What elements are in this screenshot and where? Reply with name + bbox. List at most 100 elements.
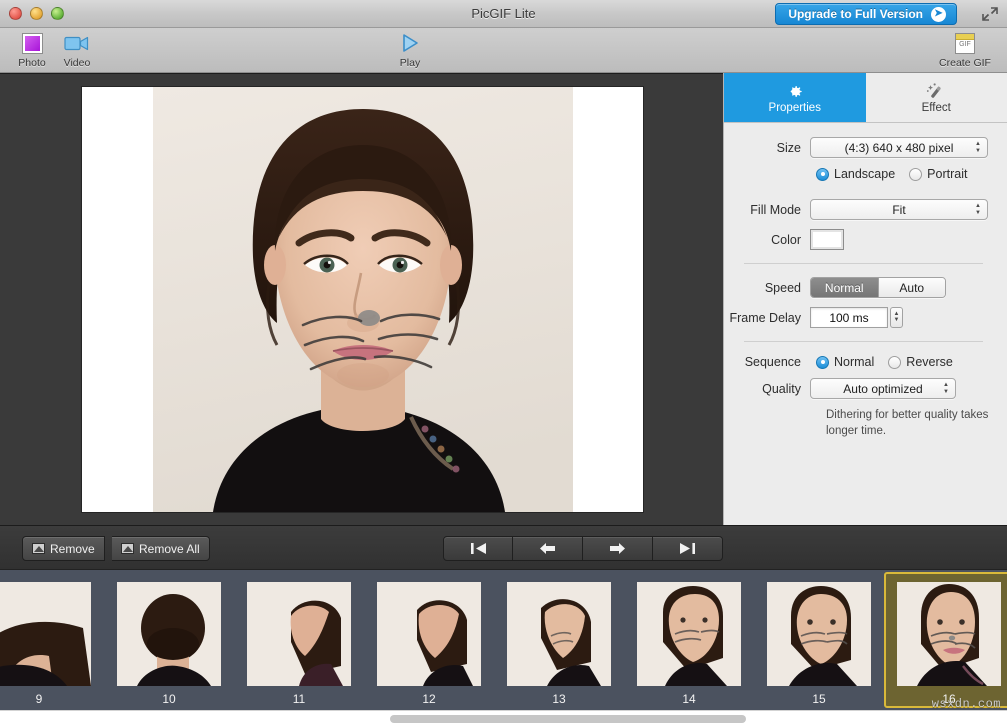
- thumbnail-number: 9: [36, 692, 43, 706]
- toolbar-label-video: Video: [50, 57, 104, 69]
- preview-canvas-area: [0, 73, 723, 525]
- frame-navigation-group: [443, 536, 723, 561]
- properties-panel: Properties Effect Size: [723, 73, 1007, 525]
- previous-frame-button[interactable]: [513, 536, 583, 561]
- remove-all-button[interactable]: Remove All: [112, 536, 210, 561]
- color-row: Color: [724, 229, 995, 250]
- upgrade-label: Upgrade to Full Version: [788, 7, 923, 21]
- thumbnail-frame-14[interactable]: 14: [624, 572, 754, 708]
- speed-option-auto[interactable]: Auto: [878, 278, 946, 297]
- frame-delay-label: Frame Delay: [724, 311, 810, 325]
- thumbnail-image: [0, 582, 91, 686]
- color-label: Color: [724, 233, 810, 247]
- thumbnail-frame-10[interactable]: 10: [104, 572, 234, 708]
- quality-row: Quality Auto optimized ▲▼: [724, 378, 995, 399]
- color-swatch-button[interactable]: [810, 229, 844, 250]
- quality-value: Auto optimized: [843, 382, 922, 396]
- thumbnail-number: 15: [812, 692, 825, 706]
- radio-portrait[interactable]: Portrait: [909, 167, 967, 181]
- toolbar-item-create-gif[interactable]: GIF Create GIF: [932, 30, 998, 69]
- speed-option-normal[interactable]: Normal: [811, 278, 878, 297]
- gif-document-icon: GIF: [932, 30, 998, 56]
- thumbnail-image: [767, 582, 871, 686]
- thumbnail-number: 11: [293, 692, 305, 706]
- quality-select[interactable]: Auto optimized ▲▼: [810, 378, 956, 399]
- thumbnail-frame-11[interactable]: 11: [234, 572, 364, 708]
- play-triangle-icon: [383, 30, 437, 56]
- scrollbar-thumb[interactable]: [390, 715, 746, 723]
- image-icon: [32, 543, 45, 554]
- thumbnail-image: [507, 582, 611, 686]
- fill-mode-select[interactable]: Fit ▲▼: [810, 199, 988, 220]
- speed-row: Speed Normal Auto: [724, 277, 995, 298]
- upgrade-to-full-version-button[interactable]: Upgrade to Full Version ➤: [775, 3, 957, 25]
- orientation-radio-group: Landscape Portrait: [810, 167, 967, 181]
- frame-delay-input[interactable]: 100 ms: [810, 307, 888, 328]
- size-row: Size (4:3) 640 x 480 pixel ▲▼: [724, 137, 995, 158]
- thumbnail-image: [117, 582, 221, 686]
- thumbnail-frame-9[interactable]: 9: [0, 572, 104, 708]
- chevron-updown-icon: ▲▼: [975, 204, 981, 216]
- thumbnail-number: 10: [162, 692, 175, 706]
- thumbnail-number: 12: [422, 692, 435, 706]
- tab-properties[interactable]: Properties: [724, 73, 866, 122]
- image-icon: [121, 543, 134, 554]
- size-value: (4:3) 640 x 480 pixel: [845, 141, 954, 155]
- fullscreen-expand-icon[interactable]: [981, 6, 999, 22]
- radio-sequence-reverse[interactable]: Reverse: [888, 355, 953, 369]
- preview-frame[interactable]: [82, 87, 643, 512]
- next-frame-button[interactable]: [583, 536, 653, 561]
- preview-photo: [153, 87, 573, 512]
- panel-body: Size (4:3) 640 x 480 pixel ▲▼: [724, 123, 1007, 439]
- skip-to-end-icon: [679, 542, 696, 555]
- orientation-row: Landscape Portrait: [724, 167, 995, 181]
- quality-hint-text: Dithering for better quality takes longe…: [826, 408, 990, 439]
- speed-segmented-control: Normal Auto: [810, 277, 946, 298]
- thumbnail-frame-15[interactable]: 15: [754, 572, 884, 708]
- gear-icon: [785, 81, 804, 101]
- last-frame-button[interactable]: [653, 536, 723, 561]
- quality-label: Quality: [724, 382, 810, 396]
- thumbnail-image: [897, 582, 1001, 686]
- toolbar-item-video[interactable]: Video: [50, 30, 104, 69]
- skip-to-start-icon: [470, 542, 487, 555]
- chevron-updown-icon: ▲▼: [975, 142, 981, 154]
- thumbnail-frame-12[interactable]: 12: [364, 572, 494, 708]
- fill-mode-label: Fill Mode: [724, 203, 810, 217]
- size-label: Size: [724, 141, 810, 155]
- thumbnail-frame-16[interactable]: 16: [884, 572, 1007, 708]
- toolbar-item-play[interactable]: Play: [383, 30, 437, 69]
- thumbnail-number: 13: [552, 692, 565, 706]
- fill-mode-row: Fill Mode Fit ▲▼: [724, 199, 995, 220]
- remove-button[interactable]: Remove: [22, 536, 105, 561]
- tab-effect[interactable]: Effect: [866, 73, 1007, 122]
- speed-label: Speed: [724, 281, 810, 295]
- toolbar-label-create-gif: Create GIF: [932, 57, 998, 69]
- thumbnail-filmstrip[interactable]: 9 10: [0, 570, 1007, 710]
- arrow-right-circle-icon: ➤: [931, 7, 946, 22]
- toolbar-label-play: Play: [383, 57, 437, 69]
- radio-landscape[interactable]: Landscape: [816, 167, 895, 181]
- radio-label-landscape: Landscape: [834, 167, 895, 181]
- radio-label-portrait: Portrait: [927, 167, 967, 181]
- radio-label-sequence-reverse: Reverse: [906, 355, 953, 369]
- radio-sequence-normal[interactable]: Normal: [816, 355, 874, 369]
- radio-dot-icon: [816, 356, 829, 369]
- chevron-updown-icon: ▲▼: [943, 383, 949, 395]
- panel-tabs: Properties Effect: [724, 73, 1007, 123]
- picgif-window: PicGIF Lite Upgrade to Full Version ➤ Ph…: [0, 0, 1007, 725]
- size-select[interactable]: (4:3) 640 x 480 pixel ▲▼: [810, 137, 988, 158]
- frame-delay-row: Frame Delay 100 ms ▲ ▼: [724, 307, 995, 328]
- first-frame-button[interactable]: [443, 536, 513, 561]
- remove-label: Remove: [50, 542, 95, 556]
- sequence-label: Sequence: [724, 355, 810, 369]
- tab-label-properties: Properties: [769, 102, 821, 114]
- radio-dot-icon: [888, 356, 901, 369]
- arrow-right-icon: [609, 542, 626, 555]
- thumbnail-frame-13[interactable]: 13: [494, 572, 624, 708]
- arrow-left-icon: [539, 542, 556, 555]
- frame-delay-stepper[interactable]: ▲ ▼: [890, 307, 903, 328]
- section-divider-2: [744, 341, 983, 342]
- horizontal-scrollbar[interactable]: [0, 710, 1007, 725]
- thumbnail-image: [637, 582, 741, 686]
